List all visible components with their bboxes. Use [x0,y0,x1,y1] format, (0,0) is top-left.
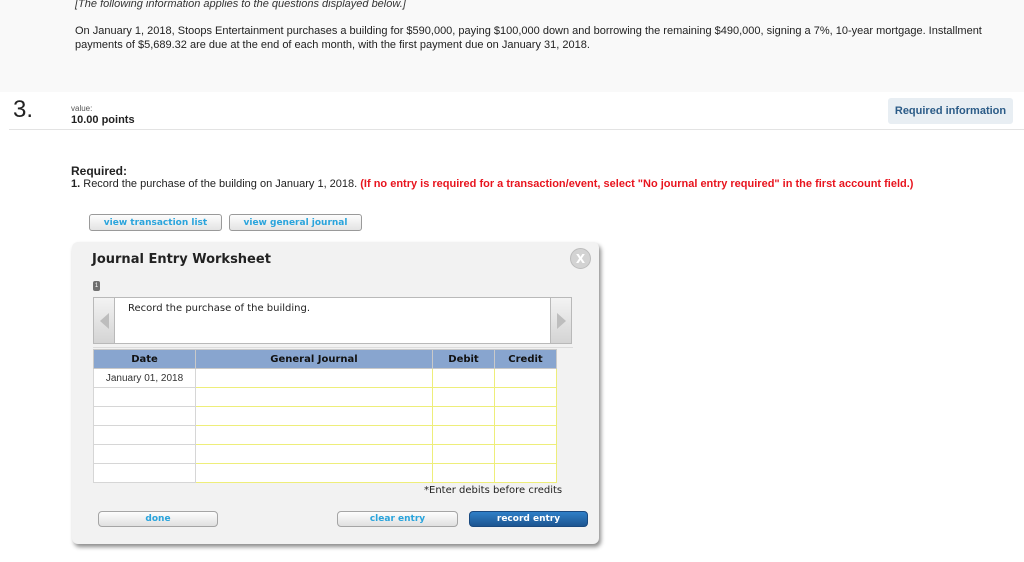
points-value: 10.00 points [71,114,135,126]
column-header-debit: Debit [432,349,495,369]
clear-entry-button[interactable]: clear entry [337,511,458,527]
worksheet-title: Journal Entry Worksheet [92,252,271,267]
account-input[interactable] [195,387,433,407]
divider [9,129,1024,130]
required-item-text: Record the purchase of the building on J… [80,178,361,190]
journal-row [93,444,557,464]
transaction-description: Record the purchase of the building. [128,303,311,314]
debits-before-credits-hint: *Enter debits before credits [424,485,563,496]
view-general-journal-button[interactable]: view general journal [229,214,362,231]
date-cell [93,444,196,464]
credit-input[interactable] [494,387,557,407]
view-transaction-list-button[interactable]: view transaction list [89,214,222,231]
debit-input[interactable] [432,463,495,483]
required-label: Required: [71,164,128,178]
required-item: 1. Record the purchase of the building o… [71,178,913,190]
credit-input[interactable] [494,368,557,388]
previous-transaction-button[interactable] [93,297,115,344]
debit-input[interactable] [432,444,495,464]
credit-input[interactable] [494,463,557,483]
date-cell [93,463,196,483]
credit-input[interactable] [494,406,557,426]
credit-input[interactable] [494,444,557,464]
separator [93,347,573,348]
journal-row [93,425,557,445]
account-input[interactable] [195,463,433,483]
date-cell [93,406,196,426]
record-entry-button[interactable]: record entry [469,511,588,527]
value-label: value: [71,104,93,113]
account-input[interactable] [195,368,433,388]
journal-header-row: Date General Journal Debit Credit [93,349,557,369]
done-button[interactable]: done [98,511,218,527]
account-input[interactable] [195,425,433,445]
transaction-description-box: Record the purchase of the building. [93,297,572,344]
credit-input[interactable] [494,425,557,445]
next-transaction-button[interactable] [550,297,572,344]
step-badge[interactable]: 1 [93,281,100,291]
journal-row [93,406,557,426]
intro-note: [The following information applies to th… [75,0,406,10]
required-information-button[interactable]: Required information [888,98,1013,124]
close-icon[interactable]: X [570,248,591,269]
question-number: 3. [13,96,34,123]
intro-text: On January 1, 2018, Stoops Entertainment… [75,25,982,51]
debit-input[interactable] [432,406,495,426]
required-item-number: 1. [71,178,81,190]
debit-input[interactable] [432,387,495,407]
journal-entry-worksheet: Journal Entry Worksheet X 1 Record the p… [72,242,599,544]
journal-table: Date General Journal Debit Credit Januar… [93,349,557,483]
journal-row: January 01, 2018 [93,368,557,388]
date-cell [93,387,196,407]
debit-input[interactable] [432,368,495,388]
debit-input[interactable] [432,425,495,445]
journal-row [93,387,557,407]
date-cell [93,425,196,445]
column-header-date: Date [93,349,196,369]
arrow-left-icon [99,312,109,329]
column-header-credit: Credit [494,349,557,369]
account-input[interactable] [195,444,433,464]
column-header-general-journal: General Journal [195,349,433,369]
date-cell: January 01, 2018 [93,368,196,388]
problem-intro: [The following information applies to th… [0,0,1024,92]
required-item-note: (If no entry is required for a transacti… [360,178,914,190]
account-input[interactable] [195,406,433,426]
arrow-right-icon [556,312,566,329]
journal-row [93,463,557,483]
